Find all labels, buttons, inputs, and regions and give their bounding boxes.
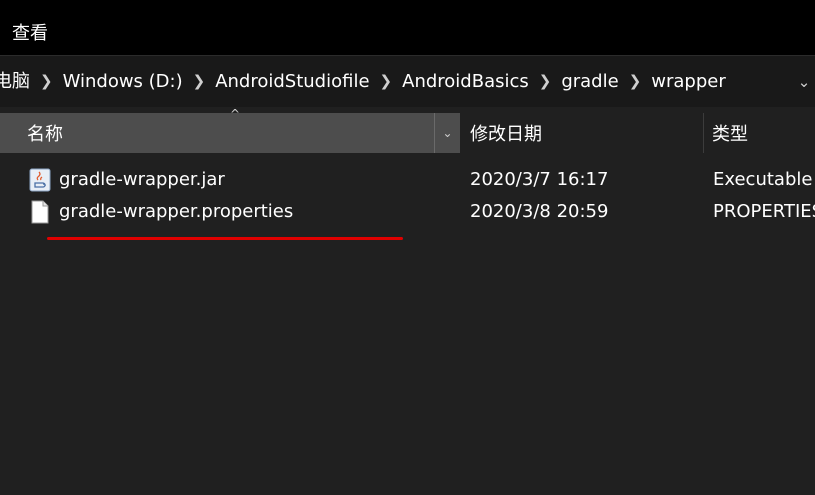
file-list: ^ 名称 ⌄ 修改日期 类型 gradle-wrapper.jar 2020/3… [0,107,815,495]
column-header-type-label: 类型 [712,124,748,145]
red-underline-annotation [47,237,403,240]
chevron-right-icon[interactable]: ❯ [380,69,393,93]
breadcrumb-drive-d[interactable]: Windows (D:) [63,70,183,94]
ribbon: 查看 [0,0,815,55]
chevron-right-icon[interactable]: ❯ [193,69,206,93]
file-type: PROPERTIES [713,201,815,222]
tab-view[interactable]: 查看 [12,22,48,46]
column-header-date-label: 修改日期 [470,124,542,145]
chevron-down-icon[interactable]: ⌄ [793,61,815,103]
file-name[interactable]: gradle-wrapper.properties [59,200,293,224]
breadcrumb-androidstudiofile[interactable]: AndroidStudiofile [215,70,369,94]
address-bar: 电脑 ❯ Windows (D:) ❯ AndroidStudiofile ❯ … [0,55,815,107]
breadcrumb-gradle[interactable]: gradle [561,70,618,94]
breadcrumb-androidbasics[interactable]: AndroidBasics [402,70,529,94]
file-date: 2020/3/8 20:59 [470,201,609,222]
java-jar-icon [29,168,51,192]
sort-ascending-icon: ^ [230,107,241,121]
file-icon [29,200,51,224]
chevron-right-icon[interactable]: ❯ [40,69,53,93]
file-date: 2020/3/7 16:17 [470,169,609,190]
column-header-name[interactable]: ^ 名称 ⌄ [0,107,460,153]
file-row[interactable]: gradle-wrapper.properties 2020/3/8 20:59… [0,196,815,228]
file-row[interactable]: gradle-wrapper.jar 2020/3/7 16:17 Execut… [0,164,815,196]
breadcrumb-this-pc[interactable]: 电脑 [0,70,30,94]
file-type: Executable J [713,169,815,190]
column-header-type[interactable]: 类型 [704,113,815,153]
column-header-name-label: 名称 [27,124,63,145]
breadcrumb-wrapper[interactable]: wrapper [651,70,725,94]
chevron-right-icon[interactable]: ❯ [539,69,552,93]
file-name[interactable]: gradle-wrapper.jar [59,168,225,192]
column-header-date[interactable]: 修改日期 [461,113,703,153]
chevron-right-icon[interactable]: ❯ [629,69,642,93]
breadcrumb[interactable]: 电脑 ❯ Windows (D:) ❯ AndroidStudiofile ❯ … [0,61,815,103]
column-filter-dropdown-icon[interactable]: ⌄ [434,113,460,153]
